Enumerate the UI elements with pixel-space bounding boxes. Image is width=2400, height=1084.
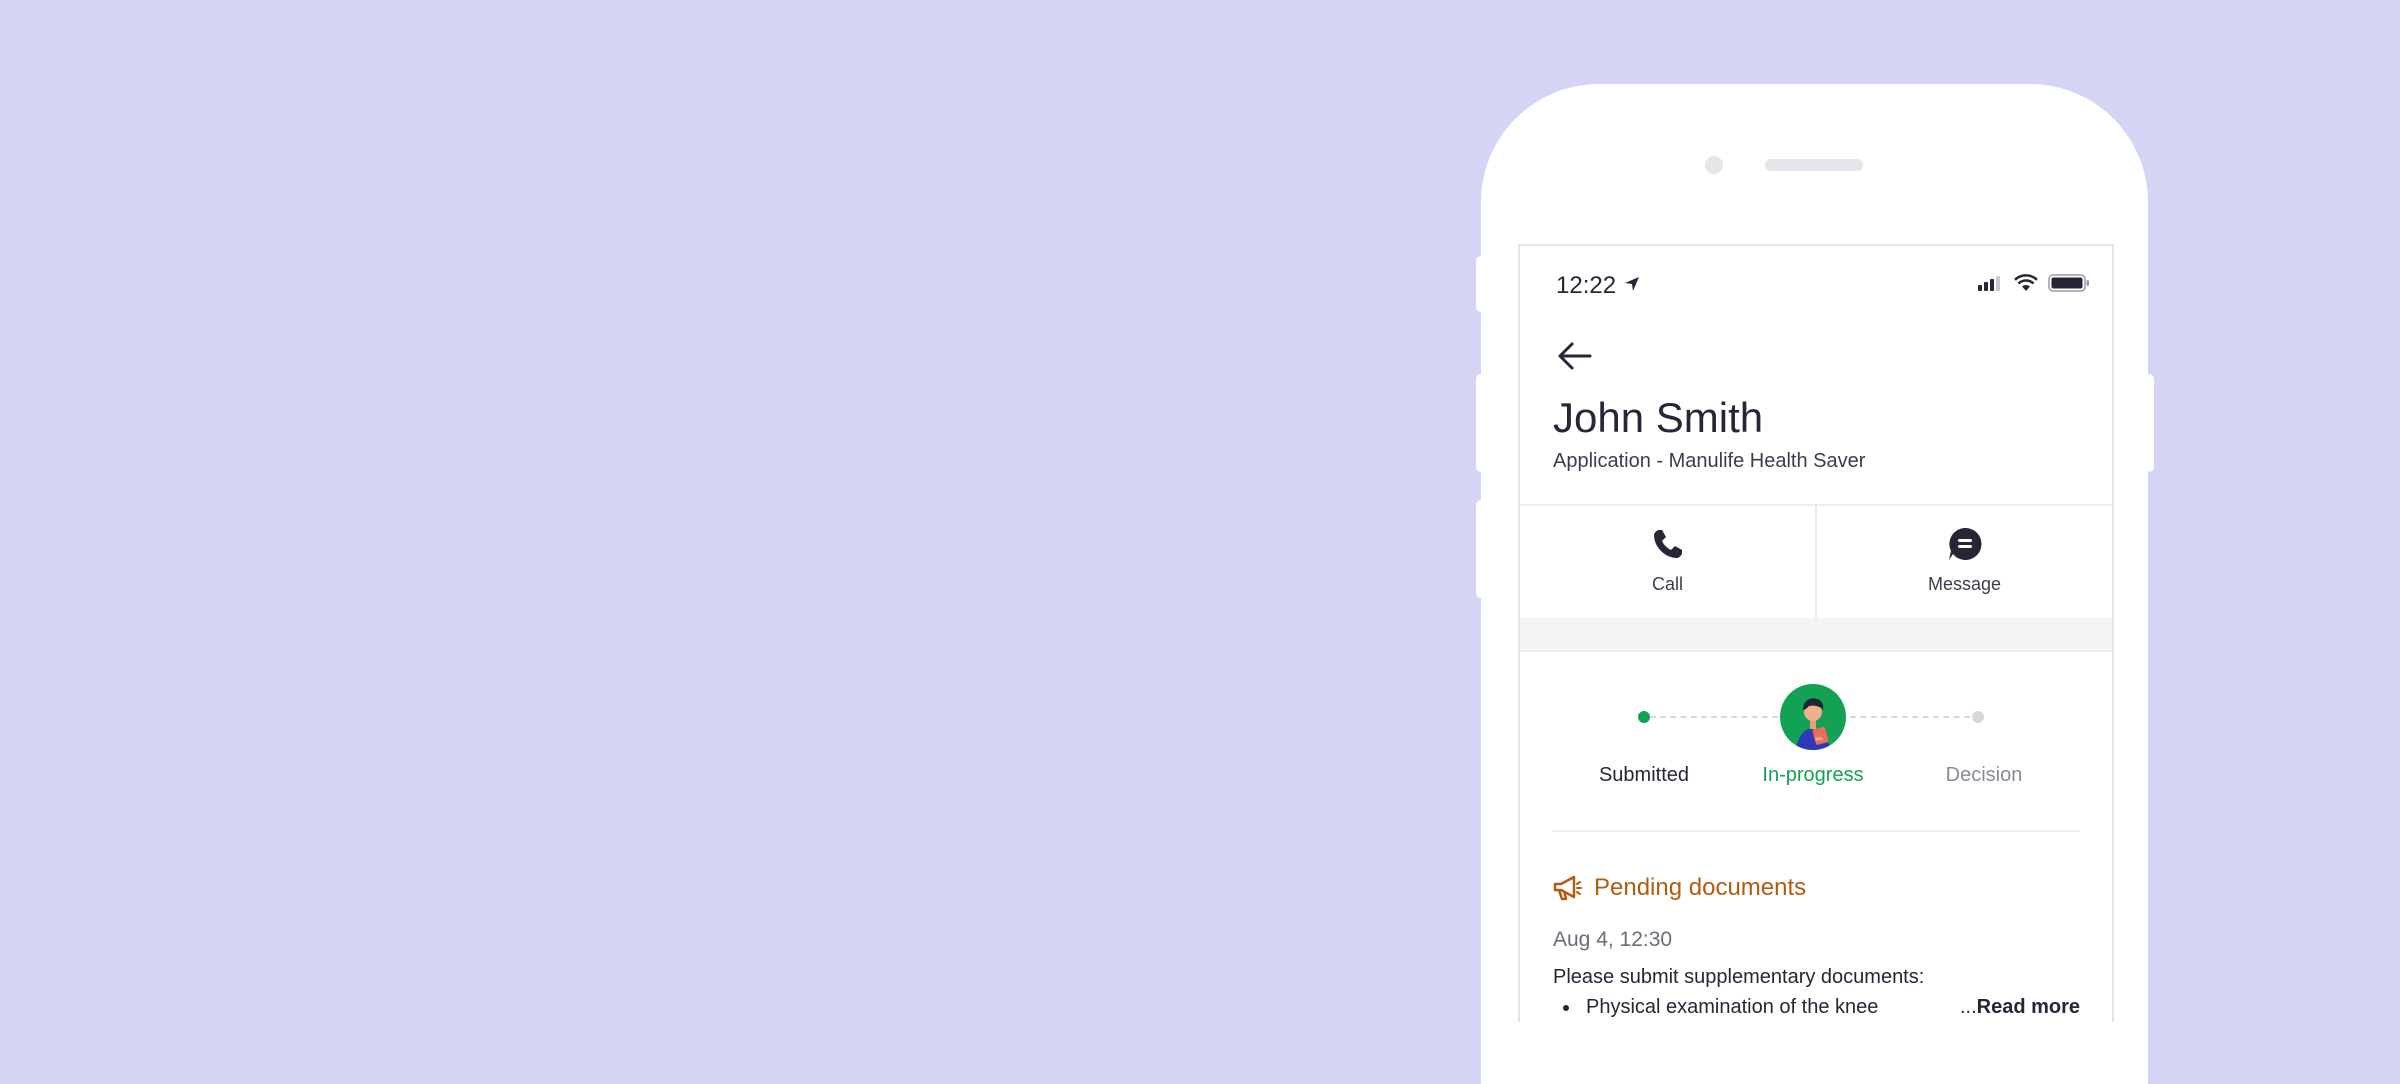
read-more-ellipsis: ...	[1959, 996, 1977, 1018]
divider	[1552, 830, 2080, 832]
battery-icon	[2048, 274, 2089, 292]
call-label: Call	[1651, 574, 1683, 594]
contact-name: John Smith	[1553, 394, 1764, 441]
agent-avatar	[1780, 684, 1846, 750]
progress-connector-1	[1650, 716, 1778, 718]
arrow-left-icon[interactable]	[1554, 336, 1594, 376]
earpiece-speaker	[1765, 159, 1863, 171]
front-camera	[1705, 156, 1723, 174]
phone-icon	[1653, 530, 1682, 558]
contact-actions: Call Message	[1520, 504, 2112, 620]
call-button[interactable]: Call	[1520, 506, 1815, 618]
status-time: 12:22	[1556, 272, 1617, 299]
application-progress-tracker: Submitted In-progress Decision	[1520, 684, 2112, 806]
step-decision-dot	[1972, 711, 1984, 723]
section-separator	[1520, 618, 2112, 652]
location-arrow-icon	[1625, 277, 1639, 291]
agent-illustration	[1796, 698, 1830, 750]
pending-documents-header: Pending documents	[1552, 874, 1806, 902]
megaphone-icon	[1553, 875, 1582, 901]
read-more-label: Read more	[1976, 996, 2080, 1018]
step-submitted-dot	[1638, 711, 1650, 723]
status-bar: 12:22	[1520, 246, 2112, 306]
pending-document-text: Physical examination of the knee	[1586, 996, 1879, 1018]
step-submitted-label: Submitted	[1598, 764, 1690, 786]
app-screen: 12:22 John Smith Application - Manulife …	[1518, 244, 2114, 1022]
application-subtitle: Application - Manulife Health Saver	[1553, 450, 1866, 472]
progress-connector-2	[1850, 716, 1970, 718]
message-label: Message	[1927, 574, 2002, 594]
signal-icon	[1978, 276, 2000, 291]
system-icons	[1978, 274, 2090, 292]
pending-date: Aug 4, 12:30	[1553, 928, 1673, 951]
chat-bubble-icon	[1948, 527, 1981, 560]
step-in-progress-label: In-progress	[1762, 764, 1864, 786]
wifi-icon	[2014, 274, 2038, 291]
message-button[interactable]: Message	[1815, 506, 2112, 618]
bullet-point	[1563, 1005, 1569, 1011]
read-more-link[interactable]: ...Read more	[1960, 996, 2080, 1019]
pending-message: Please submit supplementary documents:	[1553, 966, 1925, 988]
step-decision-label: Decision	[1945, 764, 2023, 786]
pending-documents-title: Pending documents	[1594, 874, 1807, 901]
